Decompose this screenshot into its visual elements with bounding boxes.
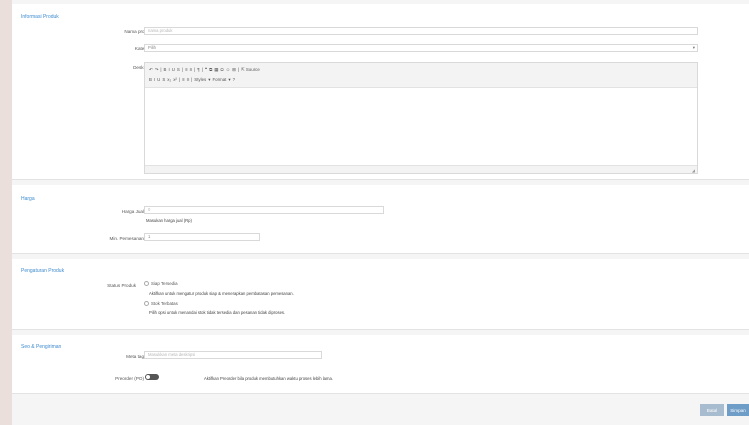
editor-toolbar-button: | <box>191 77 193 82</box>
harga-jual-label: Harga Jual <box>121 209 144 214</box>
section-title-informasi-produk: Informasi Produk <box>21 14 59 20</box>
editor-toolbar-button[interactable]: ⇱ Source <box>241 67 260 73</box>
editor-toolbar-button[interactable]: ↶ <box>149 67 153 73</box>
editor-toolbar-button[interactable]: x² <box>173 77 177 82</box>
editor-statusbar: ◢ <box>145 165 697 173</box>
editor-toolbar-button[interactable]: ≡ <box>185 67 188 72</box>
editor-toolbar-button[interactable]: ¶ <box>197 67 199 72</box>
editor-toolbar-button[interactable]: I <box>168 67 169 72</box>
preorder-label: Preorder (PO) <box>115 376 144 381</box>
panel-harga: Harga Harga Jual 0 Masukan harga jual (R… <box>12 185 749 254</box>
status-opt2-hint: Pilih opsi untuk menandai stok tidak ter… <box>149 310 286 315</box>
editor-toolbar-button: | <box>178 77 180 82</box>
editor-toolbar-button: | <box>181 67 183 72</box>
resize-handle-icon[interactable]: ◢ <box>692 168 695 173</box>
editor-toolbar-button[interactable]: ? <box>233 77 235 82</box>
save-button[interactable]: Simpan <box>727 404 749 416</box>
panel-informasi-produk: Informasi Produk Nama produk nama produk… <box>12 4 749 180</box>
radio-button-icon <box>144 301 149 307</box>
editor-toolbar-button[interactable]: S <box>162 77 165 82</box>
editor-toolbar-button[interactable]: ⧉ <box>209 67 212 72</box>
editor-toolbar-button[interactable]: Format <box>212 77 226 82</box>
editor-toolbar-button[interactable]: Styles <box>194 77 206 82</box>
kategori-select[interactable]: Pilih ▾ <box>144 44 698 52</box>
status-opt2-label: Stok Terbatas <box>151 301 178 306</box>
editor-toolbar: ↶ ↷ | B I U S | ≡ ≡ | ¶ | ❝ ⧉ ▦ Ω ☺ ⊞ | ⇱ Source B I U Sx₂ x² | ≡ ≡… <box>145 63 697 88</box>
editor-toolbar-button[interactable]: Ω <box>220 67 223 72</box>
editor-toolbar-button[interactable]: ▾ <box>208 77 210 83</box>
editor-toolbar-button[interactable]: B <box>164 67 167 72</box>
editor-toolbar-button[interactable]: ▾ <box>228 77 230 83</box>
editor-toolbar-button[interactable]: ⊞ <box>232 67 236 73</box>
section-title-pengaturan-produk: Pengaturan Produk <box>21 268 65 274</box>
status-radio-terbatas[interactable]: Stok Terbatas <box>144 301 178 307</box>
editor-toolbar-row-1: ↶ ↷ | B I U S | ≡ ≡ | ¶ | ❝ ⧉ ▦ Ω ☺ ⊞ | ⇱ Source <box>149 67 262 73</box>
editor-toolbar-button[interactable]: U <box>157 77 160 82</box>
editor-toolbar-button[interactable]: I <box>154 77 155 82</box>
meta-input[interactable]: Masukkan meta deskripsi <box>144 351 322 359</box>
meta-label: Meta tag <box>126 354 144 359</box>
editor-toolbar-row-2: B I U Sx₂ x² | ≡ ≡ | Styles ▾ Format ▾? <box>149 77 237 83</box>
editor-toolbar-button[interactable]: ≡ <box>187 77 190 82</box>
preorder-hint: Aktifkan Preorder bila produk membutuhka… <box>204 376 333 381</box>
deskripsi-editor[interactable]: ↶ ↷ | B I U S | ≡ ≡ | ¶ | ❝ ⧉ ▦ Ω ☺ ⊞ | ⇱ Source B I U Sx₂ x² | ≡ ≡… <box>144 62 698 174</box>
editor-toolbar-button[interactable]: S <box>177 67 180 72</box>
status-radio-siap[interactable]: Siap Tersedia <box>144 281 178 287</box>
panel-pengaturan-produk: Pengaturan Produk Status Produk Siap Ter… <box>12 259 749 330</box>
section-title-harga: Harga <box>21 196 35 202</box>
editor-toolbar-button: | <box>201 67 203 72</box>
preorder-toggle[interactable] <box>145 374 159 380</box>
editor-toolbar-button: | <box>160 67 162 72</box>
chevron-down-icon: ▾ <box>692 45 695 50</box>
toggle-knob <box>146 375 150 379</box>
section-title-seo: Seo & Pengiriman <box>21 344 62 350</box>
editor-toolbar-button[interactable]: U <box>172 67 175 72</box>
editor-toolbar-button: | <box>194 67 196 72</box>
back-button[interactable]: Batal <box>700 404 724 416</box>
kategori-value: Pilih <box>148 45 156 50</box>
status-opt1-label: Siap Tersedia <box>151 281 178 286</box>
editor-content-area[interactable] <box>145 87 697 166</box>
nama-produk-input[interactable]: nama produk <box>144 27 698 35</box>
status-opt1-hint: Aktifkan untuk mengatur produk siap & me… <box>149 291 294 296</box>
editor-toolbar-button[interactable]: ▦ <box>214 67 218 73</box>
editor-toolbar-button[interactable]: ↷ <box>155 67 159 73</box>
status-produk-label: Status Produk <box>107 283 136 288</box>
form-page: Informasi Produk Nama produk nama produk… <box>12 0 749 425</box>
panel-seo: Seo & Pengiriman Meta tag Masukkan meta … <box>12 335 749 394</box>
editor-toolbar-button[interactable]: x₂ <box>167 77 171 82</box>
editor-toolbar-button[interactable]: B <box>149 77 152 82</box>
editor-toolbar-button[interactable]: ☺ <box>226 67 230 72</box>
harga-hint: Masukan harga jual (Rp) <box>146 218 192 223</box>
min-pemesanan-input[interactable]: 1 <box>144 233 260 241</box>
editor-toolbar-button[interactable]: ≡ <box>182 77 185 82</box>
harga-jual-input[interactable]: 0 <box>144 206 384 214</box>
min-pemesanan-label: Min. Pemesanan <box>109 236 144 241</box>
editor-toolbar-button: | <box>237 67 239 72</box>
editor-toolbar-button[interactable]: ❝ <box>205 67 207 73</box>
radio-button-icon <box>144 281 149 287</box>
editor-toolbar-button[interactable]: ≡ <box>190 67 193 72</box>
